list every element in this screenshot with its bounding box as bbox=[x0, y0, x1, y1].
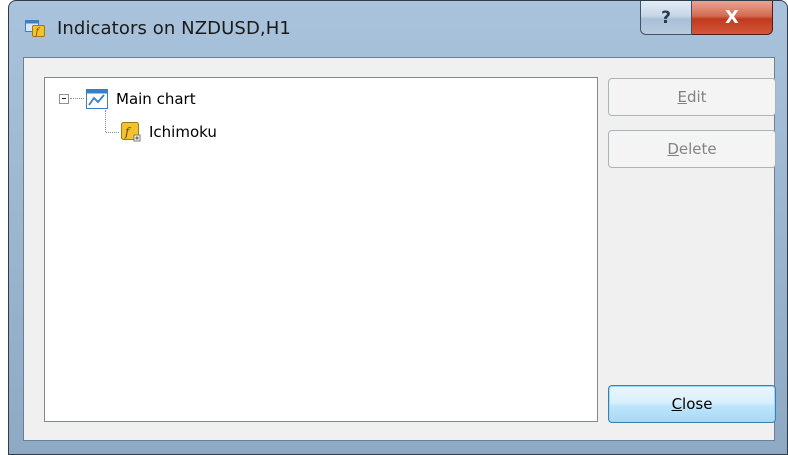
help-button[interactable]: ? bbox=[640, 1, 692, 35]
tree-node-label: Ichimoku bbox=[149, 123, 217, 141]
close-label: lose bbox=[682, 395, 713, 413]
window-close-button[interactable]: X bbox=[692, 1, 773, 35]
app-indicators-icon: f bbox=[25, 20, 45, 37]
indicators-tree[interactable]: Main chart f Ichimoku bbox=[44, 77, 598, 422]
caption-buttons: ? X bbox=[640, 1, 773, 35]
tree-node-ichimoku[interactable]: f Ichimoku bbox=[107, 121, 217, 143]
close-button[interactable]: Close bbox=[608, 385, 776, 423]
tree-node-main-chart[interactable]: Main chart bbox=[59, 88, 196, 110]
edit-label: dit bbox=[686, 88, 707, 106]
delete-label: elete bbox=[678, 140, 717, 158]
help-icon: ? bbox=[661, 7, 671, 28]
tree-connector bbox=[70, 98, 84, 100]
dialog-client-area: Main chart f Ichimoku Edit Delete Close bbox=[23, 57, 776, 441]
chart-window-icon bbox=[86, 89, 108, 109]
tree-node-label: Main chart bbox=[116, 90, 196, 108]
collapse-toggle-icon[interactable] bbox=[59, 94, 69, 104]
window-title: Indicators on NZDUSD,H1 bbox=[57, 18, 291, 39]
title-bar[interactable]: f Indicators on NZDUSD,H1 ? X bbox=[9, 1, 787, 41]
close-mnemonic: C bbox=[671, 395, 683, 413]
edit-mnemonic: E bbox=[677, 88, 687, 106]
indicators-dialog: f Indicators on NZDUSD,H1 ? X Main chart bbox=[8, 0, 788, 455]
close-icon: X bbox=[725, 7, 739, 28]
delete-mnemonic: D bbox=[667, 140, 679, 158]
custom-indicator-icon: f bbox=[121, 122, 141, 142]
delete-button[interactable]: Delete bbox=[608, 130, 776, 168]
edit-button[interactable]: Edit bbox=[608, 78, 776, 116]
